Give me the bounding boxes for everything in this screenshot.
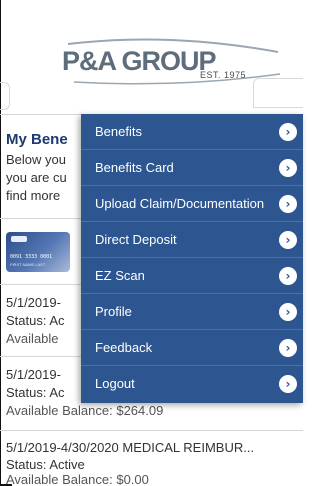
chevron-right-icon: ›	[279, 339, 297, 357]
menu-item-feedback[interactable]: Feedback ›	[81, 330, 303, 366]
card-number: 0091 3333 0001	[10, 254, 53, 260]
account-period: 5/1/2019-	[6, 367, 61, 382]
intro-line-2: you are cu	[6, 170, 67, 185]
chevron-right-icon: ›	[279, 267, 297, 285]
account-balance: Available Balance: $264.09	[6, 403, 164, 418]
menu-item-profile[interactable]: Profile ›	[81, 294, 303, 330]
menu-item-ez-scan[interactable]: EZ Scan ›	[81, 258, 303, 294]
menu-item-label: Profile	[95, 304, 132, 319]
account-status: Status: Ac	[6, 313, 65, 328]
menu-item-logout[interactable]: Logout ›	[81, 366, 303, 402]
menu-item-upload-claim[interactable]: Upload Claim/Documentation ›	[81, 186, 303, 222]
menu-item-direct-deposit[interactable]: Direct Deposit ›	[81, 222, 303, 258]
card-chip-icon	[11, 236, 27, 242]
menu-item-benefits[interactable]: Benefits ›	[81, 114, 303, 150]
menu-item-label: EZ Scan	[95, 268, 145, 283]
divider	[0, 430, 303, 431]
menu-item-benefits-card[interactable]: Benefits Card ›	[81, 150, 303, 186]
chevron-right-icon: ›	[279, 159, 297, 177]
page-title: My Bene	[6, 131, 68, 148]
menu-item-label: Benefits	[95, 124, 142, 139]
chevron-right-icon: ›	[279, 195, 297, 213]
menu-item-label: Upload Claim/Documentation	[95, 196, 265, 211]
intro-line-1: Below you	[6, 152, 66, 167]
chevron-right-icon: ›	[279, 375, 297, 393]
menu-item-label: Direct Deposit	[95, 232, 177, 247]
chevron-right-icon: ›	[279, 303, 297, 321]
header-corner-tab[interactable]	[253, 78, 303, 108]
logo-text: P&A GROUP	[62, 46, 217, 76]
chevron-right-icon: ›	[279, 123, 297, 141]
account-period: 5/1/2019-4/30/2020 MEDICAL REIMBUR...	[6, 440, 255, 455]
menu-item-label: Feedback	[95, 340, 153, 355]
account-balance: Available Balance: $0.00	[6, 472, 149, 486]
chevron-right-icon: ›	[279, 231, 297, 249]
account-status: Status: Active	[6, 457, 85, 472]
account-status: Status: Ac	[6, 385, 65, 400]
card-name: FIRST NAME LAST	[10, 262, 46, 267]
menu-item-label: Logout	[95, 376, 135, 391]
left-edge-tab[interactable]	[0, 82, 10, 110]
logo-est-text: EST. 1975	[200, 70, 247, 80]
account-balance: Available	[6, 331, 59, 346]
account-period: 5/1/2019-	[6, 295, 61, 310]
menu-item-label: Benefits Card	[95, 160, 174, 175]
navigation-menu: Benefits › Benefits Card › Upload Claim/…	[81, 114, 303, 403]
benefits-card-image: 0091 3333 0001 FIRST NAME LAST	[6, 232, 70, 272]
intro-line-3: find more	[6, 188, 61, 203]
